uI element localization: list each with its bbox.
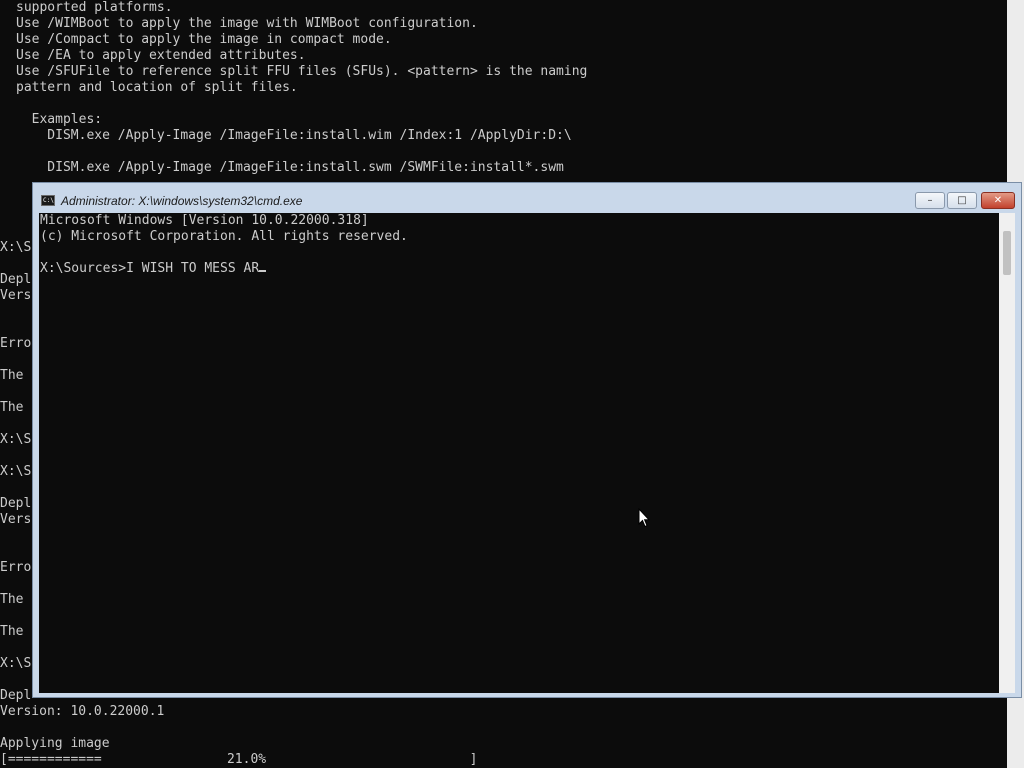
console-line: Erro: [0, 336, 32, 351]
console-line: The: [0, 624, 32, 639]
console-line: X:\S: [0, 656, 32, 671]
console-line: DISM.exe /Apply-Image /ImageFile:install…: [16, 128, 572, 143]
console-line: X:\S: [0, 240, 32, 255]
console-line: [============ 21.0% ]: [0, 752, 478, 767]
minimize-button[interactable]: –: [915, 192, 945, 209]
console-line: Erro: [0, 560, 32, 575]
console-output[interactable]: Microsoft Windows [Version 10.0.22000.31…: [39, 213, 999, 693]
console-line: Use /SFUFile to reference split FFU file…: [16, 64, 588, 79]
console-line: (c) Microsoft Corporation. All rights re…: [40, 229, 408, 244]
console-line: Use /EA to apply extended attributes.: [16, 48, 306, 63]
console-line: supported platforms.: [16, 0, 173, 15]
background-progress-text: Depl Version: 10.0.22000.1 Applying image…: [0, 688, 477, 768]
mouse-pointer-icon: [638, 508, 650, 528]
console-line: Microsoft Windows [Version 10.0.22000.31…: [40, 213, 369, 228]
console-line: Version: 10.0.22000.1: [0, 704, 165, 719]
window-title: Administrator: X:\windows\system32\cmd.e…: [61, 194, 303, 208]
maximize-button[interactable]: □: [947, 192, 977, 209]
console-line: The: [0, 592, 32, 607]
console-line: The: [0, 368, 32, 383]
text-cursor: [259, 270, 267, 272]
console-line: DISM.exe /Apply-Image /ImageFile:install…: [16, 160, 564, 175]
console-line: Vers: [0, 288, 32, 303]
console-line: Applying image: [0, 736, 110, 751]
command-line[interactable]: X:\Sources>I WISH TO MESS AR: [40, 261, 408, 277]
cmd-window[interactable]: C:\ Administrator: X:\windows\system32\c…: [32, 182, 1022, 698]
title-bar[interactable]: C:\ Administrator: X:\windows\system32\c…: [33, 183, 1021, 213]
console-line: Use /Compact to apply the image in compa…: [16, 32, 392, 47]
console-text: Microsoft Windows [Version 10.0.22000.31…: [40, 213, 408, 277]
console-line: The: [0, 400, 32, 415]
console-line: Examples:: [16, 112, 103, 127]
console-line: Vers: [0, 512, 32, 527]
console-line: Depl: [0, 272, 32, 287]
console-line: X:\S: [0, 464, 32, 479]
close-button[interactable]: ✕: [981, 192, 1015, 209]
console-lines: Microsoft Windows [Version 10.0.22000.31…: [40, 213, 408, 261]
console-line: Use /WIMBoot to apply the image with WIM…: [16, 16, 478, 31]
vertical-scrollbar[interactable]: [999, 213, 1015, 693]
background-help-text: supported platforms. Use /WIMBoot to appl…: [16, 0, 587, 176]
console-line: pattern and location of split files.: [16, 80, 298, 95]
prompt: X:\Sources>: [40, 261, 127, 276]
scrollbar-thumb[interactable]: [1003, 231, 1011, 275]
cmd-icon: C:\: [41, 195, 55, 206]
console-line: Depl: [0, 496, 32, 511]
console-line: X:\S: [0, 432, 32, 447]
typed-input: I WISH TO MESS AR: [126, 261, 260, 276]
background-left-text: X:\S Depl Vers Erro The The X:\S X:\S Dep…: [0, 240, 31, 672]
